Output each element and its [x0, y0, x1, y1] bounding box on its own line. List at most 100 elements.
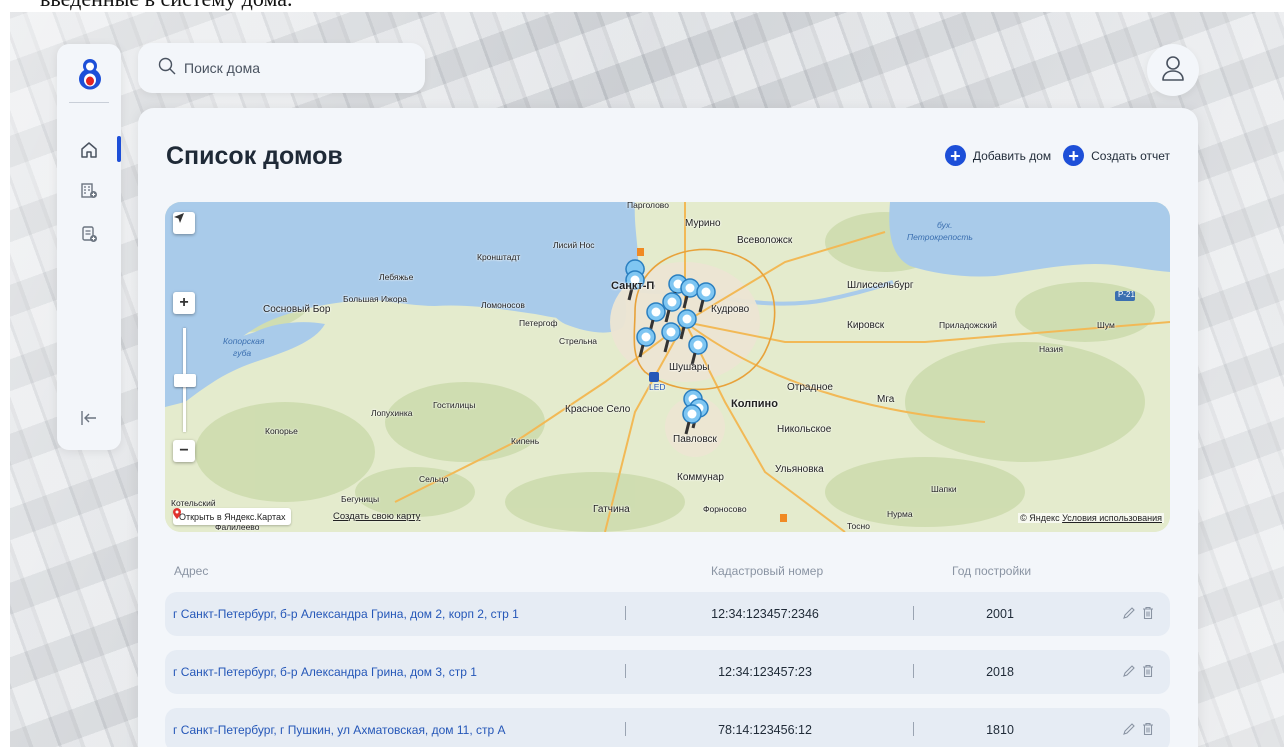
map-label: Шапки — [931, 484, 957, 494]
map-label: Стрельна — [559, 336, 598, 346]
search-input[interactable] — [184, 60, 414, 76]
map-label: LED — [649, 382, 666, 392]
zoom-in-button[interactable]: + — [173, 292, 195, 314]
edit-pencil-icon[interactable] — [1121, 663, 1137, 679]
address-cell[interactable]: г Санкт-Петербург, б-р Александра Грина,… — [173, 665, 477, 679]
row-actions — [1121, 721, 1156, 737]
column-separator — [913, 606, 914, 620]
map-label: Копорье — [265, 426, 298, 436]
map-label: Никольское — [777, 424, 832, 435]
map-label: Кудрово — [711, 304, 750, 315]
column-header-address: Адрес — [174, 564, 209, 578]
create-report-label: Создать отчет — [1091, 148, 1170, 163]
map-copyright: © Яндекс Условия использования — [1018, 513, 1164, 523]
map-label: Шушары — [669, 362, 710, 373]
create-report-button[interactable]: + Создать отчет — [1063, 145, 1170, 166]
search-bar — [138, 43, 425, 93]
row-actions — [1121, 605, 1156, 621]
open-in-yandex-maps-link[interactable]: Открыть в Яндекс.Картах — [173, 508, 292, 525]
map-label: губа — [233, 348, 252, 358]
map-label: Санкт-Петербург — [611, 280, 655, 292]
map-label: Шлиссельбург — [847, 280, 914, 291]
map-label: Назия — [1039, 344, 1064, 354]
year-cell: 2018 — [986, 665, 1014, 679]
map-label: Сельцо — [419, 474, 449, 484]
address-cell[interactable]: г Санкт-Петербург, б-р Александра Грина,… — [173, 607, 519, 621]
map-label: Сосновый Бор — [263, 304, 331, 315]
map-label: Кипень — [511, 436, 540, 446]
map-label: Петергоф — [519, 318, 558, 328]
map-label: Тосно — [847, 521, 870, 531]
map-label: Форносово — [703, 504, 747, 514]
table-row[interactable]: г Санкт-Петербург, г Пушкин, ул Ахматовс… — [165, 708, 1170, 747]
sidebar — [57, 44, 121, 450]
map-label: Мга — [877, 394, 895, 405]
add-house-button[interactable]: + Добавить дом — [944, 145, 1051, 166]
create-map-link[interactable]: Создать свою карту — [333, 511, 420, 522]
delete-trash-icon[interactable] — [1140, 663, 1156, 679]
geolocation-button[interactable] — [173, 212, 195, 234]
logout-icon[interactable] — [79, 408, 99, 428]
column-separator — [625, 664, 626, 678]
delete-trash-icon[interactable] — [1140, 605, 1156, 621]
table-row[interactable]: г Санкт-Петербург, б-р Александра Грина,… — [165, 650, 1170, 694]
map-label: Ульяновка — [775, 464, 824, 475]
map-label: Большая Ижора — [343, 294, 407, 304]
building-add-icon[interactable] — [79, 180, 99, 200]
document-caption: введенные в систему дома. — [40, 0, 292, 12]
home-icon[interactable] — [79, 140, 99, 160]
map-label: Отрадное — [787, 382, 833, 393]
year-cell: 1810 — [986, 723, 1014, 737]
map-pin-icon — [173, 508, 181, 519]
report-add-icon[interactable] — [79, 224, 99, 244]
map-label: Приладожский — [939, 320, 998, 330]
cadastral-cell: 78:14:123456:12 — [718, 723, 812, 737]
table-row[interactable]: г Санкт-Петербург, б-р Александра Грина,… — [165, 592, 1170, 636]
user-profile-button[interactable] — [1147, 44, 1199, 96]
map-label: Бегуницы — [341, 494, 380, 504]
year-cell: 2001 — [986, 607, 1014, 621]
column-separator — [625, 722, 626, 736]
map-label: Шум — [1097, 320, 1115, 330]
copyright-text: © Яндекс — [1020, 513, 1060, 523]
page-title: Список домов — [166, 142, 343, 170]
map-label: Нурма — [887, 509, 913, 519]
row-actions — [1121, 663, 1156, 679]
zoom-out-button[interactable]: − — [173, 440, 195, 462]
terms-of-use-link[interactable]: Условия использования — [1062, 513, 1162, 523]
map-label: Павловск — [673, 434, 717, 445]
map-label: Всеволожск — [737, 235, 793, 246]
map-label: Лисий Нос — [553, 240, 595, 250]
column-header-year: Год постройки — [952, 564, 1032, 578]
address-cell[interactable]: г Санкт-Петербург, г Пушкин, ул Ахматовс… — [173, 723, 506, 737]
map-label: Ломоносов — [481, 300, 525, 310]
map-label: Котельский — [171, 498, 216, 508]
plus-circle-icon: + — [1063, 145, 1085, 166]
map-label: Колпино — [731, 398, 778, 410]
houses-map[interactable]: + − Парголово Мурино Всеволожск бух. Пет… — [165, 202, 1170, 532]
map-label: Петрокрепость — [907, 232, 973, 242]
map-label: Кировск — [847, 320, 885, 331]
map-label: Лебяжье — [379, 272, 414, 282]
zoom-slider-handle[interactable] — [174, 374, 196, 387]
edit-pencil-icon[interactable] — [1121, 721, 1137, 737]
logo-divider — [69, 102, 109, 103]
map-label: Красное Село — [565, 404, 631, 415]
map-label: Лопухинка — [371, 408, 413, 418]
active-nav-indicator — [117, 136, 121, 162]
delete-trash-icon[interactable] — [1140, 721, 1156, 737]
plus-circle-icon: + — [944, 145, 966, 166]
map-label: Р-21 — [1118, 290, 1135, 299]
column-separator — [913, 722, 914, 736]
open-in-yandex-label: Открыть в Яндекс.Картах — [179, 511, 286, 522]
map-canvas — [165, 202, 1170, 532]
matryoshka-logo-icon[interactable] — [77, 58, 103, 90]
cadastral-cell: 12:34:123457:2346 — [711, 607, 819, 621]
edit-pencil-icon[interactable] — [1121, 605, 1137, 621]
map-label: Гатчина — [593, 504, 630, 515]
search-icon — [158, 57, 176, 80]
map-label: Коммунар — [677, 472, 724, 483]
cadastral-cell: 12:34:123457:23 — [718, 665, 812, 679]
map-label: Копорская — [223, 336, 265, 346]
map-label: бух. — [937, 220, 953, 230]
